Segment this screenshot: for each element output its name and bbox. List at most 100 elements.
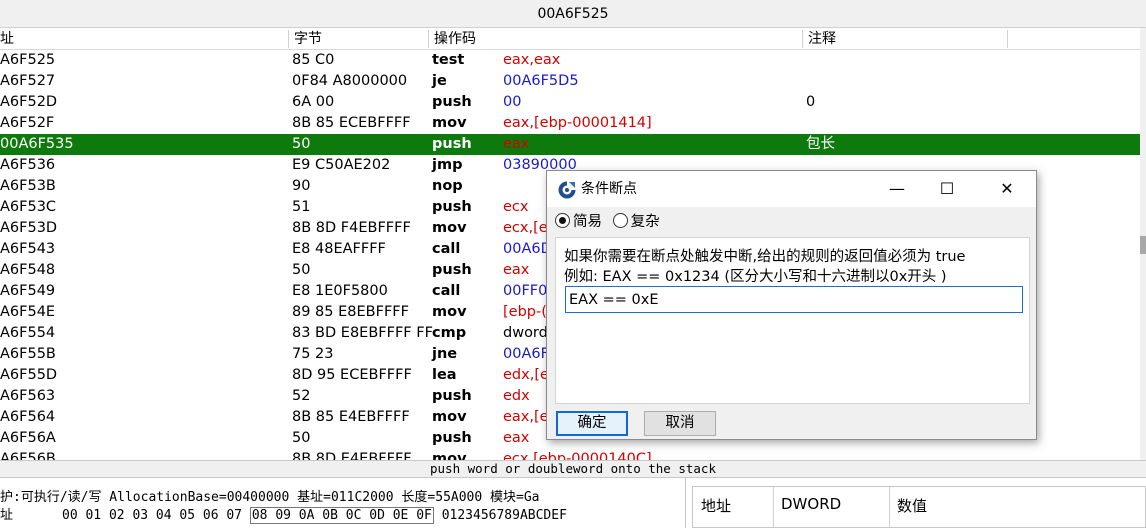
- disasm-row-selected[interactable]: 00A6F535 50 push eax 包长: [0, 134, 1140, 155]
- row-address: A6F52F: [0, 115, 55, 131]
- row-bytes: E8 1E0F5800: [292, 283, 388, 299]
- column-divider[interactable]: [288, 30, 289, 48]
- row-operands: eax: [503, 428, 529, 449]
- scrollbar-thumb[interactable]: [1140, 236, 1146, 254]
- operand: eax: [503, 430, 530, 446]
- operand: 00A6F5D5: [503, 73, 579, 89]
- operand: ecx,[e: [503, 220, 548, 236]
- radio-selected-icon[interactable]: [555, 213, 570, 228]
- row-bytes: 51: [292, 199, 311, 215]
- window-title: 00A6F525: [0, 0, 1146, 28]
- row-address: A6F52D: [0, 94, 58, 110]
- row-address: A6F56B: [0, 451, 56, 460]
- maximize-button[interactable]: ☐: [924, 171, 970, 207]
- row-operands: eax: [503, 134, 529, 155]
- disasm-row[interactable]: A6F527 0F84 A8000000 je 00A6F5D5: [0, 71, 1140, 92]
- stack-column-dword[interactable]: DWORD: [781, 495, 841, 513]
- row-opcode: mov: [432, 115, 467, 131]
- radio-simple[interactable]: 简易: [555, 211, 602, 233]
- row-address: A6F53D: [0, 220, 58, 236]
- column-bytes[interactable]: 字节: [294, 28, 322, 50]
- row-address: A6F543: [0, 241, 56, 257]
- row-bytes: E8 48EAFFFF: [292, 241, 386, 257]
- row-comment: 0: [806, 94, 816, 110]
- row-bytes: 85 C0: [292, 52, 335, 68]
- hex-dump-pane[interactable]: 护:可执行/读/写 AllocationBase=00400000 基址=011…: [0, 478, 686, 528]
- column-address[interactable]: 址: [0, 28, 14, 50]
- condition-panel: 如果你需要在断点处触发中断,给出的规则的返回值必须为 true 例如: EAX …: [555, 237, 1030, 404]
- row-opcode: nop: [432, 178, 463, 194]
- cancel-button[interactable]: 取消: [644, 411, 716, 436]
- row-operands: eax,[e: [503, 407, 549, 428]
- operand: eax,eax: [503, 52, 561, 68]
- row-opcode: call: [432, 283, 461, 299]
- close-button[interactable]: ✕: [984, 171, 1030, 207]
- row-bytes: E9 C50AE202: [292, 157, 391, 173]
- row-opcode: push: [432, 136, 472, 152]
- hex-header-cols: 00 01 02 03 04 05 06 07: [62, 508, 243, 523]
- column-divider[interactable]: [802, 30, 803, 48]
- radio-complex-label[interactable]: 复杂: [631, 214, 660, 230]
- row-opcode: push: [432, 199, 472, 215]
- radio-unselected-icon[interactable]: [612, 213, 628, 228]
- row-address: A6F527: [0, 73, 56, 89]
- row-operands: 00A6F5D5: [503, 71, 579, 92]
- radio-complex[interactable]: 复杂: [612, 211, 660, 233]
- hint-text: 如果你需要在断点处触发中断,给出的规则的返回值必须为 true: [564, 249, 966, 265]
- row-address: A6F548: [0, 262, 56, 278]
- stack-column-value[interactable]: 数值: [897, 495, 927, 516]
- row-operands: ecx: [503, 197, 528, 218]
- column-divider[interactable]: [889, 487, 890, 527]
- row-address: A6F525: [0, 52, 56, 68]
- row-opcode: push: [432, 388, 472, 404]
- disasm-row[interactable]: A6F52F 8B 85 ECEBFFFF mov eax,[ebp-00001414…: [0, 113, 1140, 134]
- row-address: A6F536: [0, 157, 56, 173]
- row-bytes: 52: [292, 388, 311, 404]
- row-opcode: jne: [432, 346, 458, 362]
- row-bytes: 0F84 A8000000: [292, 73, 408, 89]
- row-address: A6F55D: [0, 367, 58, 383]
- row-bytes: 50: [292, 262, 311, 278]
- dialog-title: 条件断点: [581, 181, 637, 197]
- row-opcode: je: [432, 73, 447, 89]
- operand: dword: [503, 325, 548, 341]
- disasm-row[interactable]: A6F525 85 C0 test eax,eax: [0, 50, 1140, 71]
- disasm-scrollbar[interactable]: [1140, 28, 1146, 460]
- operand: 00A6D: [503, 241, 552, 257]
- row-operands: [ebp-(: [503, 302, 547, 323]
- ok-button[interactable]: 确定: [556, 411, 628, 436]
- row-address: A6F554: [0, 325, 56, 341]
- disasm-column-header: 址 字节 操作码 注释: [0, 28, 1146, 50]
- operand: edx,[e: [503, 367, 549, 383]
- column-divider[interactable]: [428, 30, 429, 48]
- row-operands: dword: [503, 323, 548, 344]
- disasm-row[interactable]: A6F52D 6A 00 push 00 0: [0, 92, 1140, 113]
- row-bytes: 50: [292, 136, 311, 152]
- condition-input[interactable]: [565, 286, 1023, 313]
- stack-pane[interactable]: 地址 DWORD 数值: [692, 486, 1146, 528]
- row-operands: edx: [503, 386, 530, 407]
- row-operands: eax,eax: [503, 50, 560, 71]
- row-bytes: 8B 85 E4EBFFFF: [292, 409, 410, 425]
- column-opcode[interactable]: 操作码: [434, 28, 476, 50]
- row-opcode: mov: [432, 220, 467, 236]
- operand: [ebp-(: [503, 304, 547, 320]
- row-bytes: 8D 95 ECEBFFFF: [292, 367, 412, 383]
- row-opcode: mov: [432, 304, 467, 320]
- operand: ecx,[ebp-0000140C]: [503, 451, 652, 460]
- column-comment[interactable]: 注释: [808, 28, 836, 50]
- hex-header-ascii: 0123456789ABCDEF: [441, 508, 567, 523]
- row-bytes: 8B 8D F4EBFFFF: [292, 220, 411, 236]
- row-operands: 00: [503, 92, 521, 113]
- column-divider[interactable]: [1007, 30, 1008, 48]
- conditional-breakpoint-dialog[interactable]: 条件断点 — ☐ ✕ 简易 复杂 如果你需要在断点处触发中断,给出的规则的返回值…: [546, 170, 1037, 440]
- row-opcode: lea: [432, 367, 457, 383]
- operand: edx: [503, 388, 530, 404]
- minimize-button[interactable]: —: [874, 171, 920, 207]
- disasm-row[interactable]: A6F56B 8B 8D E4EBFFFF mov ecx,[ebp-0000140C…: [0, 449, 1140, 460]
- stack-column-address[interactable]: 地址: [701, 495, 731, 516]
- dialog-titlebar[interactable]: 条件断点 — ☐ ✕: [547, 171, 1036, 207]
- radio-simple-label[interactable]: 简易: [573, 214, 602, 230]
- operand: eax,[ebp-00001414]: [503, 115, 652, 131]
- column-divider[interactable]: [773, 487, 774, 527]
